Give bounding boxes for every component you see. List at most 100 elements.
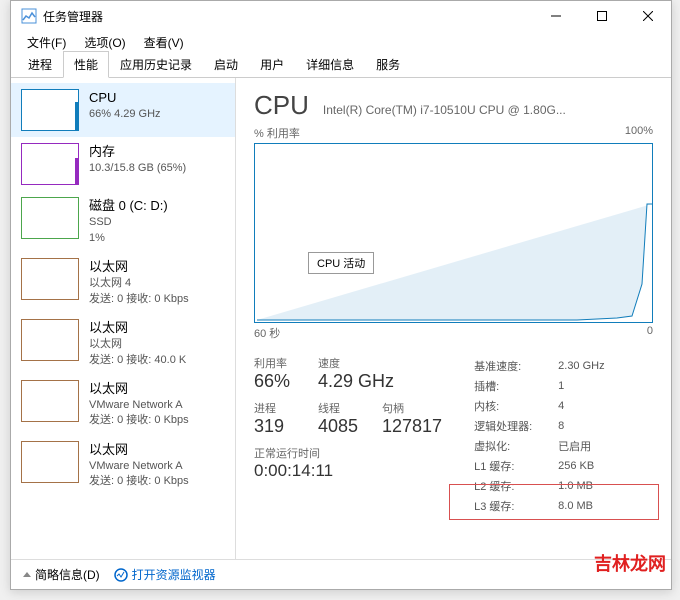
menu-view[interactable]: 查看(V) xyxy=(136,32,192,53)
maximize-icon xyxy=(597,11,607,21)
sidebar-disk-sub: SSD xyxy=(89,215,168,230)
tab-details[interactable]: 详细信息 xyxy=(295,51,365,77)
ethernet-thumbnail xyxy=(21,319,79,361)
menu-options[interactable]: 选项(O) xyxy=(76,32,133,53)
cores-value: 4 xyxy=(558,397,604,415)
sidebar-vmnet1-title: 以太网 xyxy=(89,380,189,398)
speed-label: 速度 xyxy=(318,355,394,371)
tab-startup[interactable]: 启动 xyxy=(203,51,249,77)
proc-value: 319 xyxy=(254,416,300,437)
chart-line-icon xyxy=(257,144,652,322)
threads-label: 线程 xyxy=(318,400,364,416)
util-value: 66% xyxy=(254,371,300,392)
l3-label: L3 缓存: xyxy=(474,497,556,515)
sidebar-item-eth4[interactable]: 以太网以太网 4发送: 0 接收: 0 Kbps xyxy=(11,252,235,313)
virt-label: 虚拟化: xyxy=(474,437,556,455)
cpu-utilization-chart[interactable] xyxy=(254,143,653,323)
cpu-detail-panel: CPU Intel(R) Core(TM) i7-10510U CPU @ 1.… xyxy=(236,78,671,559)
logical-label: 逻辑处理器: xyxy=(474,417,556,435)
content-area: CPU66% 4.29 GHz 内存10.3/15.8 GB (65%) 磁盘 … xyxy=(11,78,671,559)
sidebar-eth4-title: 以太网 xyxy=(89,258,189,276)
sidebar-item-memory[interactable]: 内存10.3/15.8 GB (65%) xyxy=(11,137,235,191)
sidebar-eth4-sub: 以太网 4 xyxy=(89,276,189,291)
sidebar-item-vmnet2[interactable]: 以太网VMware Network A发送: 0 接收: 0 Kbps xyxy=(11,435,235,496)
sidebar-item-cpu[interactable]: CPU66% 4.29 GHz xyxy=(11,83,235,137)
sidebar-item-eth[interactable]: 以太网以太网发送: 0 接收: 40.0 K xyxy=(11,313,235,374)
performance-sidebar: CPU66% 4.29 GHz 内存10.3/15.8 GB (65%) 磁盘 … xyxy=(11,78,236,559)
fewer-details-button[interactable]: 简略信息(D) xyxy=(23,566,100,583)
sidebar-disk-title: 磁盘 0 (C: D:) xyxy=(89,197,168,215)
handles-label: 句柄 xyxy=(382,400,442,416)
sockets-label: 插槽: xyxy=(474,377,556,395)
sidebar-vmnet2-title: 以太网 xyxy=(89,441,189,459)
l1-label: L1 缓存: xyxy=(474,457,556,475)
chart-y-label: % 利用率 xyxy=(254,125,300,141)
sidebar-vmnet2-line: 发送: 0 接收: 0 Kbps xyxy=(89,474,189,489)
ethernet-thumbnail xyxy=(21,380,79,422)
close-icon xyxy=(643,11,653,21)
tab-users[interactable]: 用户 xyxy=(249,51,295,77)
window-title: 任务管理器 xyxy=(43,8,533,25)
cores-label: 内核: xyxy=(474,397,556,415)
chart-x-left: 60 秒 xyxy=(254,325,280,341)
tab-processes[interactable]: 进程 xyxy=(17,51,63,77)
menu-file[interactable]: 文件(F) xyxy=(19,32,74,53)
tab-performance[interactable]: 性能 xyxy=(63,51,109,78)
cpu-model: Intel(R) Core(TM) i7-10510U CPU @ 1.80G.… xyxy=(323,103,566,117)
sockets-value: 1 xyxy=(558,377,604,395)
panel-title: CPU xyxy=(254,90,309,121)
l2-value: 1.0 MB xyxy=(558,477,604,495)
titlebar[interactable]: 任务管理器 xyxy=(11,1,671,31)
sidebar-vmnet1-sub: VMware Network A xyxy=(89,398,189,413)
sidebar-vmnet2-sub: VMware Network A xyxy=(89,459,189,474)
sidebar-disk-line: 1% xyxy=(89,231,168,246)
speed-value: 4.29 GHz xyxy=(318,371,394,392)
disk-thumbnail xyxy=(21,197,79,239)
maximize-button[interactable] xyxy=(579,1,625,31)
minimize-icon xyxy=(551,11,561,21)
threads-value: 4085 xyxy=(318,416,364,437)
ethernet-thumbnail xyxy=(21,258,79,300)
chart-y-max: 100% xyxy=(625,125,653,141)
uptime-label: 正常运行时间 xyxy=(254,445,442,461)
sidebar-eth4-line: 发送: 0 接收: 0 Kbps xyxy=(89,292,189,307)
chevron-up-icon xyxy=(23,572,31,577)
close-button[interactable] xyxy=(625,1,671,31)
proc-label: 进程 xyxy=(254,400,300,416)
minimize-button[interactable] xyxy=(533,1,579,31)
app-icon xyxy=(21,8,37,24)
sidebar-item-vmnet1[interactable]: 以太网VMware Network A发送: 0 接收: 0 Kbps xyxy=(11,374,235,435)
virt-value: 已启用 xyxy=(558,437,604,455)
l2-label: L2 缓存: xyxy=(474,477,556,495)
tab-app-history[interactable]: 应用历史记录 xyxy=(109,51,203,77)
chart-tooltip: CPU 活动 xyxy=(308,252,374,274)
sidebar-vmnet1-line: 发送: 0 接收: 0 Kbps xyxy=(89,413,189,428)
sidebar-mem-title: 内存 xyxy=(89,143,186,161)
sidebar-eth-line: 发送: 0 接收: 40.0 K xyxy=(89,353,186,368)
sidebar-eth-sub: 以太网 xyxy=(89,337,186,352)
sidebar-cpu-sub: 66% 4.29 GHz xyxy=(89,107,161,122)
l1-value: 256 KB xyxy=(558,457,604,475)
menubar: 文件(F) 选项(O) 查看(V) xyxy=(11,31,671,53)
sidebar-item-disk[interactable]: 磁盘 0 (C: D:)SSD1% xyxy=(11,191,235,252)
resource-monitor-icon xyxy=(114,568,128,582)
bottombar: 简略信息(D) 打开资源监视器 xyxy=(11,559,671,589)
sidebar-mem-sub: 10.3/15.8 GB (65%) xyxy=(89,161,186,176)
uptime-value: 0:00:14:11 xyxy=(254,461,442,481)
l3-value: 8.0 MB xyxy=(558,497,604,515)
tab-services[interactable]: 服务 xyxy=(365,51,411,77)
base-speed-value: 2.30 GHz xyxy=(558,357,604,375)
tabbar: 进程 性能 应用历史记录 启动 用户 详细信息 服务 xyxy=(11,53,671,78)
cpu-thumbnail xyxy=(21,89,79,131)
cpu-specs-table: 基准速度:2.30 GHz 插槽:1 内核:4 逻辑处理器:8 虚拟化:已启用 … xyxy=(472,355,607,517)
chart-x-right: 0 xyxy=(647,325,653,341)
sidebar-cpu-title: CPU xyxy=(89,89,161,107)
task-manager-window: 任务管理器 文件(F) 选项(O) 查看(V) 进程 性能 应用历史记录 启动 … xyxy=(10,0,672,590)
logical-value: 8 xyxy=(558,417,604,435)
ethernet-thumbnail xyxy=(21,441,79,483)
handles-value: 127817 xyxy=(382,416,442,437)
open-resource-monitor-link[interactable]: 打开资源监视器 xyxy=(114,566,216,583)
memory-thumbnail xyxy=(21,143,79,185)
base-speed-label: 基准速度: xyxy=(474,357,556,375)
sidebar-eth-title: 以太网 xyxy=(89,319,186,337)
